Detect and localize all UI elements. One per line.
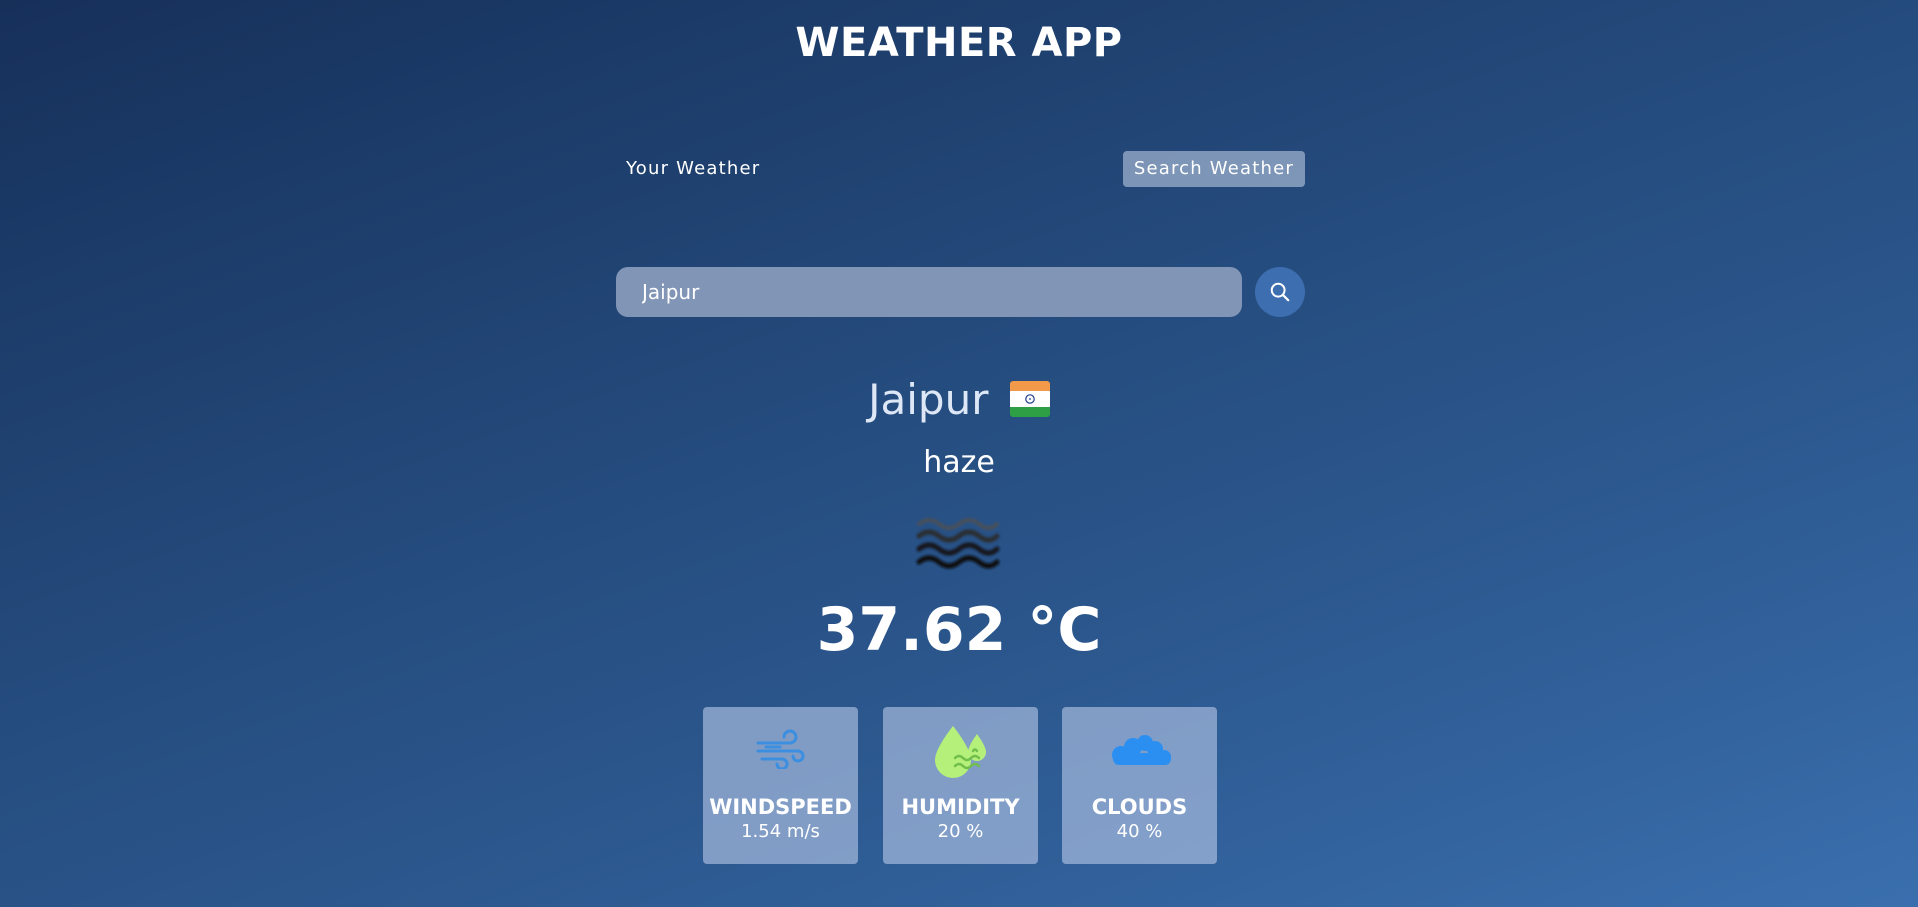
search-bar bbox=[616, 267, 1305, 317]
haze-icon bbox=[916, 518, 1000, 569]
weather-tabs: Your Weather Search Weather bbox=[615, 151, 1305, 187]
temperature-value: 37.62 °C bbox=[816, 595, 1102, 665]
humidity-card: HUMIDITY 20 % bbox=[883, 707, 1038, 864]
humidity-value: 20 % bbox=[937, 821, 984, 842]
wind-icon bbox=[756, 729, 804, 769]
clouds-value: 40 % bbox=[1116, 821, 1163, 842]
weather-condition: haze bbox=[923, 445, 995, 480]
clouds-icon bbox=[1111, 735, 1171, 765]
search-icon bbox=[1270, 282, 1290, 302]
app-title: WEATHER APP bbox=[795, 20, 1123, 66]
windspeed-label: WINDSPEED bbox=[709, 795, 852, 819]
city-header: Jaipur bbox=[0, 375, 1918, 424]
clouds-label: CLOUDS bbox=[1091, 795, 1188, 819]
clouds-card: CLOUDS 40 % bbox=[1062, 707, 1217, 864]
weather-stats: WINDSPEED 1.54 m/s HUMIDITY 20 % CLOUDS … bbox=[703, 707, 1217, 864]
tab-your-weather[interactable]: Your Weather bbox=[615, 151, 771, 187]
humidity-icon bbox=[934, 726, 986, 778]
search-button[interactable] bbox=[1255, 267, 1305, 317]
city-name: Jaipur bbox=[868, 375, 989, 424]
tab-search-weather[interactable]: Search Weather bbox=[1122, 151, 1305, 187]
city-search-input[interactable] bbox=[616, 267, 1242, 317]
humidity-label: HUMIDITY bbox=[901, 795, 1020, 819]
windspeed-value: 1.54 m/s bbox=[741, 821, 820, 842]
windspeed-card: WINDSPEED 1.54 m/s bbox=[703, 707, 858, 864]
flag-india-icon bbox=[1009, 380, 1050, 417]
